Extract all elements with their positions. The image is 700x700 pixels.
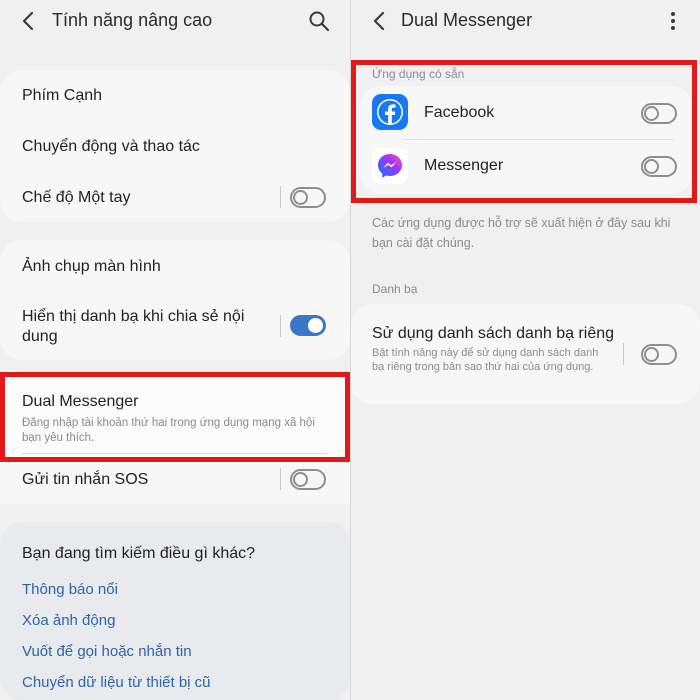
left-top-bar: Tính năng nâng cao — [0, 0, 350, 44]
page-title: Tính năng nâng cao — [52, 10, 213, 30]
back-arrow-icon[interactable] — [18, 8, 40, 34]
advanced-features-screen: Tính năng nâng cao Phím Cạnh Chuyển động… — [0, 0, 350, 700]
separate-contacts-title[interactable]: Sử dụng danh sách danh bạ riêng — [372, 325, 614, 343]
toggle-divider — [623, 343, 624, 365]
motions-gestures-item[interactable]: Chuyển động và thao tác — [22, 138, 328, 156]
highlight-box-dual-messenger — [0, 372, 350, 462]
edge-panels-item[interactable]: Phím Cạnh — [22, 87, 328, 105]
toggle-divider — [280, 468, 281, 490]
one-handed-toggle[interactable] — [290, 187, 326, 208]
share-contacts-toggle[interactable] — [290, 315, 326, 336]
right-top-bar: Dual Messenger — [351, 0, 700, 44]
sos-toggle[interactable] — [290, 469, 326, 490]
sos-messages-item[interactable]: Gửi tin nhắn SOS — [22, 471, 328, 489]
page-title: Dual Messenger — [401, 10, 533, 30]
looking-for-heading: Bạn đang tìm kiếm điều gì khác? — [22, 545, 256, 562]
link-transfer-data[interactable]: Chuyển dữ liệu từ thiết bị cũ — [22, 674, 211, 691]
supported-apps-note: Các ứng dụng được hỗ trợ sẽ xuất hiện ở … — [372, 216, 671, 250]
back-arrow-icon[interactable] — [369, 8, 391, 34]
more-options-icon[interactable] — [668, 10, 678, 34]
contacts-section-label: Danh bạ — [372, 282, 418, 296]
link-swipe-call[interactable]: Vuốt để gọi hoặc nhắn tin — [22, 643, 192, 660]
one-handed-mode-item[interactable]: Chế độ Một tay — [22, 189, 328, 207]
search-icon[interactable] — [308, 10, 330, 32]
screenshots-item[interactable]: Ảnh chụp màn hình — [22, 258, 328, 276]
highlight-box-available-apps — [351, 60, 697, 203]
link-motion-photo[interactable]: Xóa ảnh động — [22, 612, 115, 629]
separate-contacts-description: Bật tính năng này để sử dụng danh sách d… — [372, 347, 599, 373]
separate-contacts-toggle[interactable] — [641, 344, 677, 365]
link-floating-notifications[interactable]: Thông báo nổi — [22, 581, 118, 598]
toggle-divider — [280, 186, 281, 208]
share-contacts-item[interactable]: Hiển thị danh bạ khi chia sẻ nội dung — [22, 307, 280, 347]
toggle-divider — [280, 315, 281, 337]
